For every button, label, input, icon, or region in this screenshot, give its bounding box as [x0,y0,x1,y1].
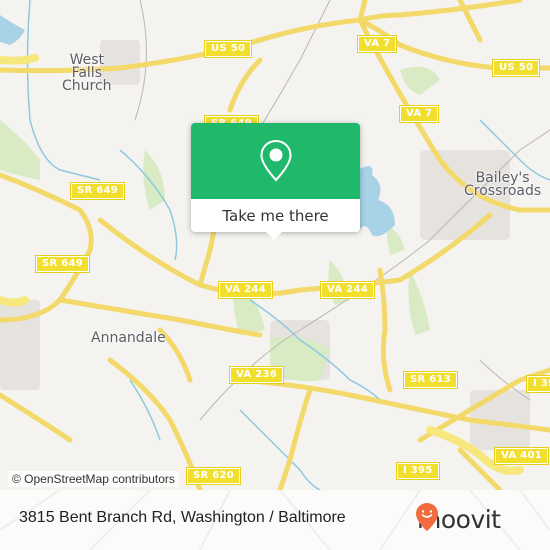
route-shield-sr-620: SR 620 [185,467,242,485]
place-label-text: Annandale [91,330,166,346]
take-me-there-button[interactable]: Take me there [191,199,360,232]
location-popup: Take me there [191,123,360,240]
route-shield-sr-613: SR 613 [402,371,459,389]
route-shield-va-244: VA 244 [320,281,375,299]
place-label-text: Bailey's Crossroads [464,170,542,199]
moovit-logo[interactable]: moovit [415,502,501,536]
place-label-annandale: Annandale [91,330,166,346]
address-text: 3815 Bent Branch Rd, Washington / Baltim… [19,509,346,526]
route-shield-va-7: VA 7 [398,105,440,123]
moovit-pin-logo-icon [416,503,438,531]
map[interactable]: West Falls Church Bailey's Crossroads An… [0,0,550,490]
route-shield-sr-649: SR 649 [34,255,91,273]
route-shield-us-50: US 50 [203,40,253,58]
popup-header [191,123,360,199]
route-shield-va-401: VA 401 [494,447,549,465]
route-shield-va-7: VA 7 [356,35,398,53]
map-pin-icon [259,139,292,182]
route-shield-sr-649: SR 649 [69,182,126,200]
route-shield-i-395: I 395 [526,375,550,393]
place-label-text: West Falls Church [62,52,112,94]
route-shield-va-236: VA 236 [229,366,284,384]
route-shield-i-395: I 395 [396,462,440,480]
place-label-west-falls-church: West Falls Church [62,52,112,94]
place-label-baileys-crossroads: Bailey's Crossroads [464,170,542,199]
route-shield-us-50: US 50 [491,59,541,77]
map-attribution[interactable]: © OpenStreetMap contributors [8,471,179,487]
footer-bar: 3815 Bent Branch Rd, Washington / Baltim… [0,490,550,550]
popup-pointer [265,231,283,240]
route-shield-va-244: VA 244 [218,281,273,299]
